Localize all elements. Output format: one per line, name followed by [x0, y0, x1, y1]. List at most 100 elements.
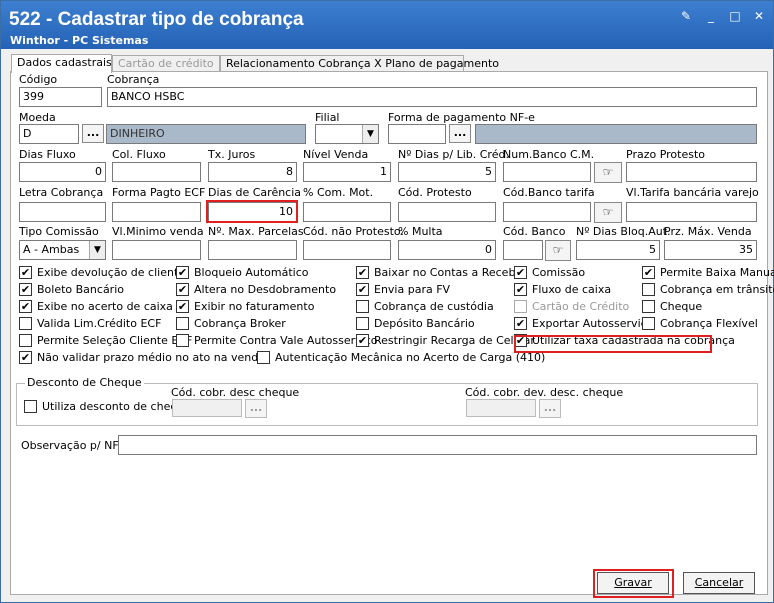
minimize-icon[interactable]: _ — [704, 9, 718, 23]
checkbox-option[interactable]: ✔ Baixar no Contas a Receber — [356, 266, 527, 281]
checkbox-box[interactable] — [356, 317, 369, 330]
letra-input[interactable] — [19, 202, 106, 222]
checkbox-box[interactable] — [642, 283, 655, 296]
check-icon[interactable]: ✔ — [176, 283, 189, 296]
check-icon[interactable]: ✔ — [356, 334, 369, 347]
obs-input[interactable] — [118, 435, 757, 455]
nivel-venda-input[interactable]: 1 — [303, 162, 391, 182]
checkbox-box[interactable] — [24, 400, 37, 413]
checkbox-option[interactable]: ✔ Comissão — [514, 266, 585, 281]
max-parcelas-input[interactable] — [208, 240, 297, 260]
checkbox-box[interactable] — [356, 300, 369, 313]
cod-banco-tarifa-input[interactable] — [503, 202, 591, 222]
check-icon[interactable]: ✔ — [514, 266, 527, 279]
checkbox-label: Baixar no Contas a Receber — [374, 266, 527, 279]
close-icon[interactable]: ✕ — [752, 9, 766, 23]
dias-fluxo-input[interactable]: 0 — [19, 162, 106, 182]
checkbox-option[interactable]: Autenticação Mecânica no Acerto de Carga… — [257, 351, 545, 366]
checkbox-option[interactable]: ✔ Fluxo de caixa — [514, 283, 611, 298]
check-icon[interactable]: ✔ — [176, 266, 189, 279]
cancelar-label: Cancelar — [694, 576, 744, 589]
desc-cheque-lookup-button[interactable]: ... — [245, 399, 267, 418]
checkbox-option[interactable]: Cobrança Broker — [176, 317, 286, 332]
filial-select[interactable]: ▼ — [315, 124, 379, 144]
check-icon[interactable]: ✔ — [19, 300, 32, 313]
checkbox-option[interactable]: ✔ Exportar Autosserviço — [514, 317, 653, 332]
cod-protesto-input[interactable] — [398, 202, 496, 222]
checkbox-option[interactable]: ✔ Permite Baixa Manual — [642, 266, 774, 281]
dev-cheque-input[interactable] — [466, 399, 536, 417]
checkbox-option[interactable]: ✔ Altera no Desdobramento — [176, 283, 336, 298]
checkbox-option[interactable]: ✔ Bloqueio Automático — [176, 266, 308, 281]
checkbox-option[interactable]: Cobrança em trânsito — [642, 283, 774, 298]
check-icon[interactable]: ✔ — [19, 283, 32, 296]
forma-ecf-input[interactable] — [112, 202, 201, 222]
checkbox-option[interactable]: ✔ Não validar prazo médio no ato na venda — [19, 351, 265, 366]
check-icon[interactable]: ✔ — [514, 317, 527, 330]
cod-banco-input[interactable] — [503, 240, 543, 260]
checkbox-option[interactable]: ✔ Boleto Bancário — [19, 283, 124, 298]
fpag-label: Forma de pagamento NF-e — [388, 111, 535, 124]
fpag-input[interactable] — [388, 124, 446, 144]
checkbox-box[interactable] — [176, 334, 189, 347]
checkbox-option[interactable]: Permite Seleção Cliente ECF — [19, 334, 192, 349]
cobranca-input[interactable]: BANCO HSBC — [107, 87, 757, 107]
com-mot-input[interactable] — [303, 202, 391, 222]
checkbox-option[interactable]: Depósito Bancário — [356, 317, 475, 332]
checkbox-box[interactable] — [257, 351, 270, 364]
tab-relacionamento[interactable]: Relacionamento Cobrança X Plano de pagam… — [220, 55, 499, 72]
checkbox-option[interactable]: ✔ Exibe no acerto de caixa — [19, 300, 173, 315]
tx-juros-input[interactable]: 8 — [208, 162, 297, 182]
tipo-comissao-select[interactable]: A - Ambas ▼ — [19, 240, 106, 260]
checkbox-box[interactable] — [642, 317, 655, 330]
edit-icon[interactable]: ✎ — [679, 9, 693, 23]
desc-cheque-input[interactable] — [172, 399, 242, 417]
checkbox-option[interactable]: ✔ Envia para FV — [356, 283, 450, 298]
tab-cartao-credito[interactable]: Cartão de crédito — [112, 55, 220, 72]
checkbox-box[interactable] — [19, 334, 32, 347]
moeda-input[interactable]: D — [19, 124, 79, 144]
prz-max-input[interactable]: 35 — [664, 240, 757, 260]
dias-fluxo-label: Dias Fluxo — [19, 148, 76, 161]
check-icon[interactable]: ✔ — [19, 351, 32, 364]
checkbox-utiliza-desconto[interactable]: Utiliza desconto de cheque — [24, 400, 191, 415]
checkbox-option[interactable]: Permite Contra Vale Autosserviço — [176, 334, 378, 349]
prazo-protesto-input[interactable] — [626, 162, 757, 182]
vl-tarifa-input[interactable] — [626, 202, 757, 222]
checkbox-option[interactable]: Valida Lim.Crédito ECF — [19, 317, 161, 332]
cancelar-button[interactable]: Cancelar — [683, 572, 755, 594]
dias-bloq-input[interactable]: 5 — [576, 240, 660, 260]
checkbox-option[interactable]: Cheque — [642, 300, 702, 315]
checkbox-option[interactable]: Cartão de Crédito — [514, 300, 629, 315]
maximize-icon[interactable]: □ — [728, 9, 742, 23]
moeda-lookup-button[interactable]: ... — [82, 124, 104, 143]
codigo-input[interactable]: 399 — [19, 87, 102, 107]
checkbox-option[interactable]: Cobrança Flexível — [642, 317, 758, 332]
num-banco-input[interactable] — [503, 162, 591, 182]
check-icon[interactable]: ✔ — [19, 266, 32, 279]
multa-input[interactable]: 0 — [398, 240, 496, 260]
num-banco-lookup-icon[interactable]: ☞ — [594, 162, 622, 183]
checkbox-option[interactable]: Cobrança de custódia — [356, 300, 494, 315]
check-icon[interactable]: ✔ — [642, 266, 655, 279]
check-icon[interactable]: ✔ — [356, 266, 369, 279]
cod-banco-lookup-icon[interactable]: ☞ — [545, 240, 571, 261]
cod-banco-tarifa-lookup-icon[interactable]: ☞ — [594, 202, 622, 223]
cod-nao-protesto-input[interactable] — [303, 240, 391, 260]
check-icon[interactable]: ✔ — [356, 283, 369, 296]
tab-dados-cadastrais[interactable]: Dados cadastrais — [11, 54, 112, 73]
checkbox-option[interactable]: ✔ Exibe devolução de cliente — [19, 266, 185, 281]
col-fluxo-input[interactable] — [112, 162, 201, 182]
checkbox-box[interactable] — [642, 300, 655, 313]
checkbox-box[interactable] — [19, 317, 32, 330]
checkbox-option[interactable]: ✔ Exibir no faturamento — [176, 300, 314, 315]
ndias-lib-input[interactable]: 5 — [398, 162, 496, 182]
fpag-lookup-button[interactable]: ... — [449, 124, 471, 143]
check-icon[interactable]: ✔ — [514, 283, 527, 296]
dev-cheque-lookup-button[interactable]: ... — [539, 399, 561, 418]
vl-minimo-input[interactable] — [112, 240, 201, 260]
checkbox-option[interactable]: ✔ Restringir Recarga de Celular — [356, 334, 535, 349]
checkbox-box[interactable] — [514, 300, 527, 313]
check-icon[interactable]: ✔ — [176, 300, 189, 313]
checkbox-box[interactable] — [176, 317, 189, 330]
